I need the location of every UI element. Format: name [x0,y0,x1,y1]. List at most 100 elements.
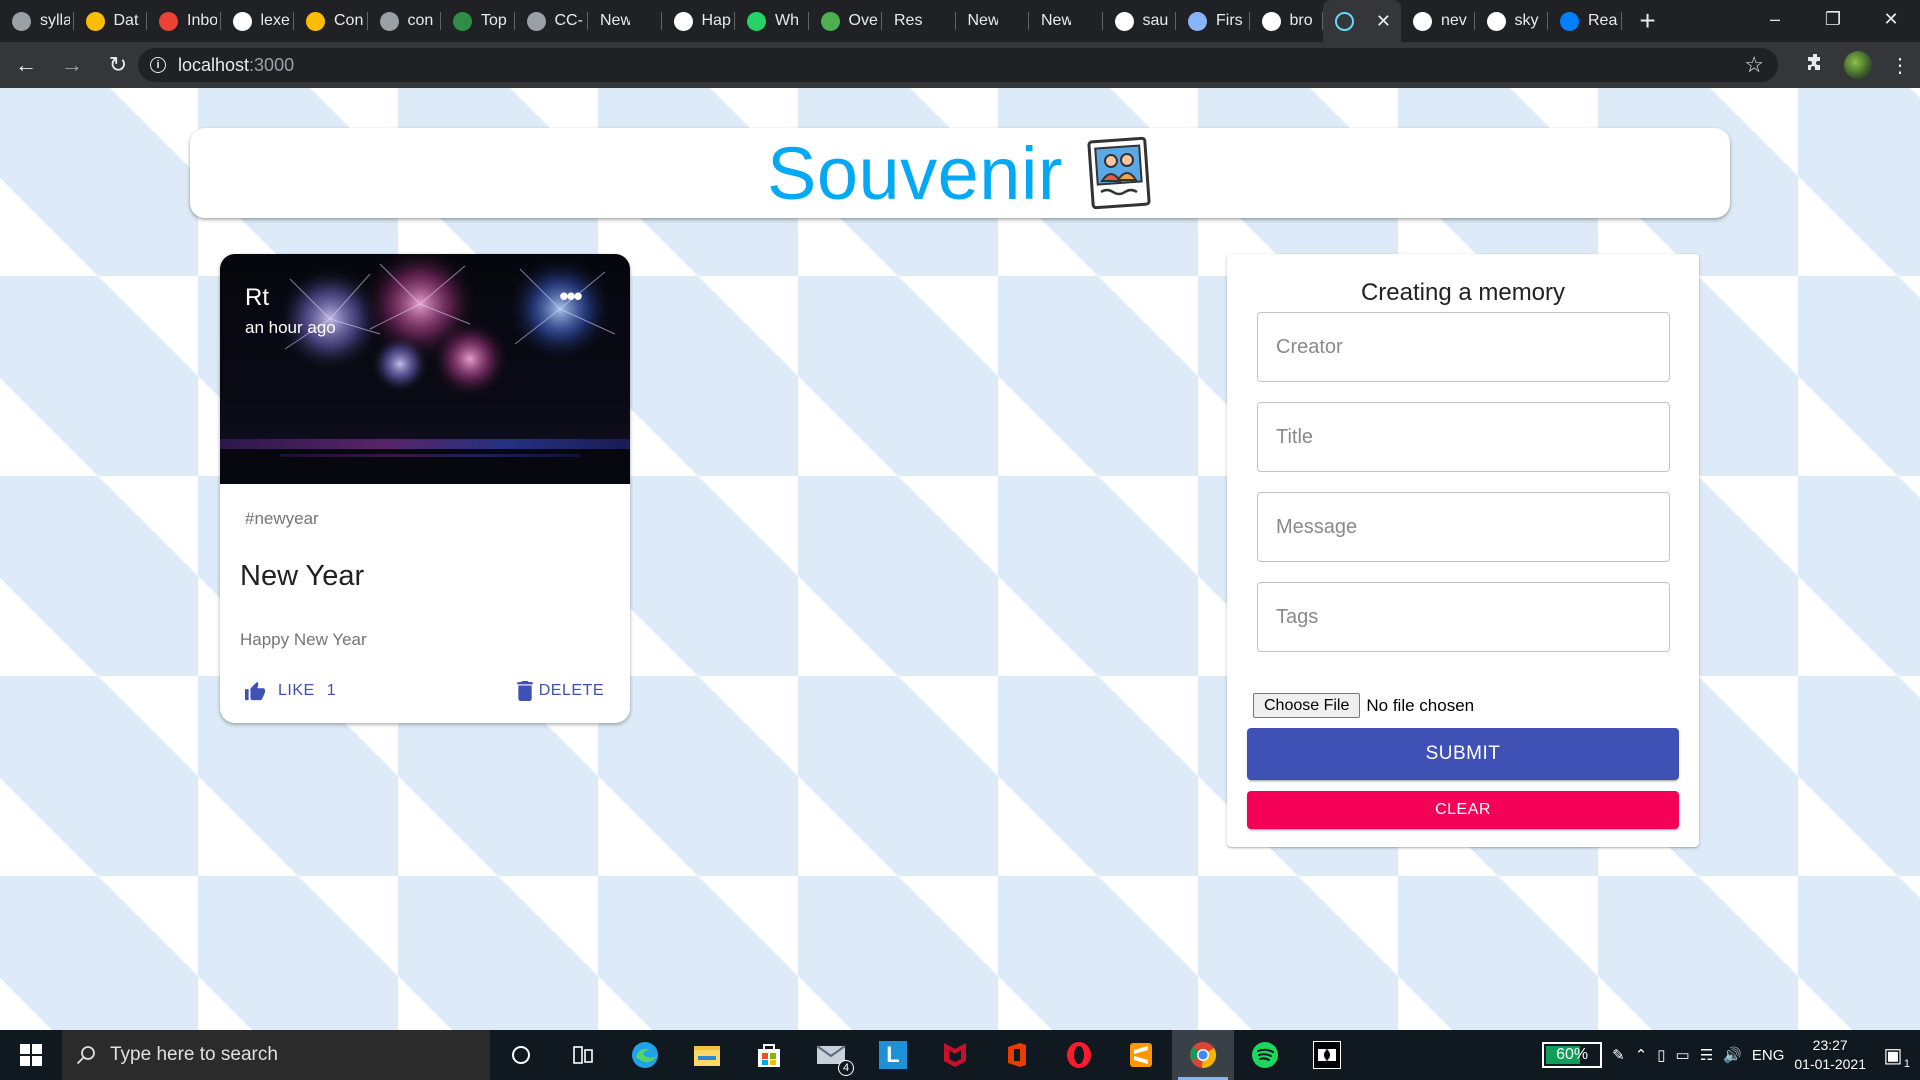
message-input[interactable] [1257,492,1670,562]
browser-toolbar: ← → ↻ i localhost:3000 ☆ ⋮ [0,42,1920,88]
toolbar-right: ⋮ [1802,42,1914,88]
browser-tab[interactable]: bro [1250,0,1324,42]
clock-date: 01-01-2021 [1794,1056,1866,1072]
browser-tab[interactable]: CC- [515,0,589,42]
trash-icon [516,681,533,701]
spotify-icon[interactable] [1234,1030,1296,1080]
extensions-icon[interactable] [1802,52,1830,78]
sublime-text-icon[interactable] [1110,1030,1172,1080]
thumb-up-icon [245,681,265,701]
tab-label: sau [1142,12,1169,29]
l-app-icon[interactable]: L [862,1030,924,1080]
reload-icon[interactable]: ↻ [98,45,138,85]
battery-icon[interactable]: ▭ [1676,1046,1690,1064]
react-icon [1335,11,1354,31]
close-window-icon[interactable]: ✕ [1862,0,1920,38]
browser-tab[interactable]: Wh [735,0,809,42]
memory-post-card: Rt an hour ago ••• #newyear New Year Hap… [220,254,630,723]
browser-tab[interactable]: New Tab [588,0,662,42]
tab-label: sky [1514,12,1539,29]
browser-tab[interactable]: ✕ [1323,0,1401,42]
browser-tab[interactable]: Firs [1176,0,1250,42]
wifi-icon[interactable]: ☴ [1700,1046,1713,1064]
pen-icon[interactable]: ✎ [1612,1046,1625,1064]
browser-tab[interactable]: lexe [221,0,295,42]
bookmark-star-icon[interactable]: ☆ [1744,52,1764,78]
language-indicator[interactable]: ENG [1752,1047,1785,1064]
meet-now-icon[interactable]: ▯ [1657,1046,1665,1064]
creator-input[interactable] [1257,312,1670,382]
site-info-icon[interactable]: i [150,57,166,73]
dolby-icon[interactable] [1296,1030,1358,1080]
browser-tab[interactable]: nev [1401,0,1475,42]
browser-tab[interactable]: sylla [0,0,74,42]
url-text[interactable]: localhost:3000 [178,55,294,76]
mcafee-icon[interactable] [924,1030,986,1080]
more-horiz-icon[interactable]: ••• [550,276,590,316]
browser-tab[interactable]: Ove [809,0,883,42]
minimize-icon[interactable]: – [1746,0,1804,38]
browser-tab[interactable]: Con [294,0,368,42]
browser-tab[interactable]: Rea [1548,0,1622,42]
store-icon[interactable] [738,1030,800,1080]
post-image: Rt an hour ago ••• [220,254,630,484]
battery-percent: 60% [1556,1046,1589,1063]
menu-kebab-icon[interactable]: ⋮ [1886,53,1914,78]
choose-file-button[interactable]: Choose File [1253,693,1361,718]
battery-indicator[interactable]: 60% [1542,1042,1603,1068]
task-view-icon[interactable] [552,1030,614,1080]
system-tray: 60% ✎ ⌃ ▯ ▭ ☴ 🔊 ENG 23:27 01-01-2021 ▣ 1 [1542,1030,1920,1080]
browser-tab[interactable]: Hap [662,0,736,42]
browser-tab[interactable]: sky [1475,0,1549,42]
google-drive-icon [306,11,325,31]
mail-icon[interactable]: 4 [800,1030,862,1080]
search-placeholder: Type here to search [110,1044,278,1065]
title-input[interactable] [1257,402,1670,472]
browser-tab[interactable]: Dat [74,0,148,42]
tab-label: Res [894,12,923,29]
profile-avatar[interactable] [1844,51,1872,79]
tab-close-icon[interactable]: ✕ [1376,11,1391,32]
notifications-icon[interactable]: ▣ 1 [1876,1038,1910,1072]
new-tab-button[interactable]: + [1630,0,1666,42]
opera-icon[interactable] [1048,1030,1110,1080]
delete-label: DELETE [538,682,604,699]
globe-icon [379,11,399,31]
google-icon [1486,11,1506,31]
browser-tab[interactable]: Res [882,0,956,42]
gmail-icon [159,11,178,31]
office-icon[interactable] [986,1030,1048,1080]
back-icon[interactable]: ← [6,45,46,85]
clock[interactable]: 23:27 01-01-2021 [1794,1036,1866,1074]
browser-tab[interactable]: New Tab [956,0,1030,42]
mui-icon [1560,11,1579,31]
chrome-icon[interactable] [1172,1030,1234,1080]
url-port: :3000 [249,54,295,75]
like-button[interactable]: LIKE 1 [244,674,336,708]
post-message: Happy New Year [240,630,367,649]
address-bar[interactable]: i localhost:3000 ☆ [138,48,1778,82]
windows-taskbar: Type here to search 4 L 60% ✎ ⌃ ▯ ▭ ☴ 🔊 … [0,1030,1920,1080]
volume-icon[interactable]: 🔊 [1723,1046,1742,1064]
chevron-up-icon[interactable]: ⌃ [1635,1046,1648,1064]
tags-input[interactable] [1257,582,1670,652]
browser-tab[interactable]: Inbo [147,0,221,42]
restore-icon[interactable]: ❐ [1804,0,1862,38]
browser-tab[interactable]: New Tab [1029,0,1103,42]
browser-tab[interactable]: Top [441,0,515,42]
clear-button[interactable]: CLEAR [1247,791,1679,829]
browser-tab[interactable]: con [368,0,442,42]
taskbar-search[interactable]: Type here to search [62,1030,490,1080]
tab-label: con [407,12,434,29]
edge-browser-icon[interactable] [614,1030,676,1080]
tab-label: Wh [775,12,799,29]
browser-tab[interactable]: sau [1103,0,1177,42]
submit-button[interactable]: SUBMIT [1247,728,1679,780]
forward-icon[interactable]: → [52,45,92,85]
delete-button[interactable]: DELETE [516,674,604,708]
file-explorer-icon[interactable] [676,1030,738,1080]
tab-label: New Tab [967,12,998,29]
windows-start-icon[interactable] [0,1030,62,1080]
like-label: LIKE [278,682,315,699]
cortana-icon[interactable] [490,1030,552,1080]
